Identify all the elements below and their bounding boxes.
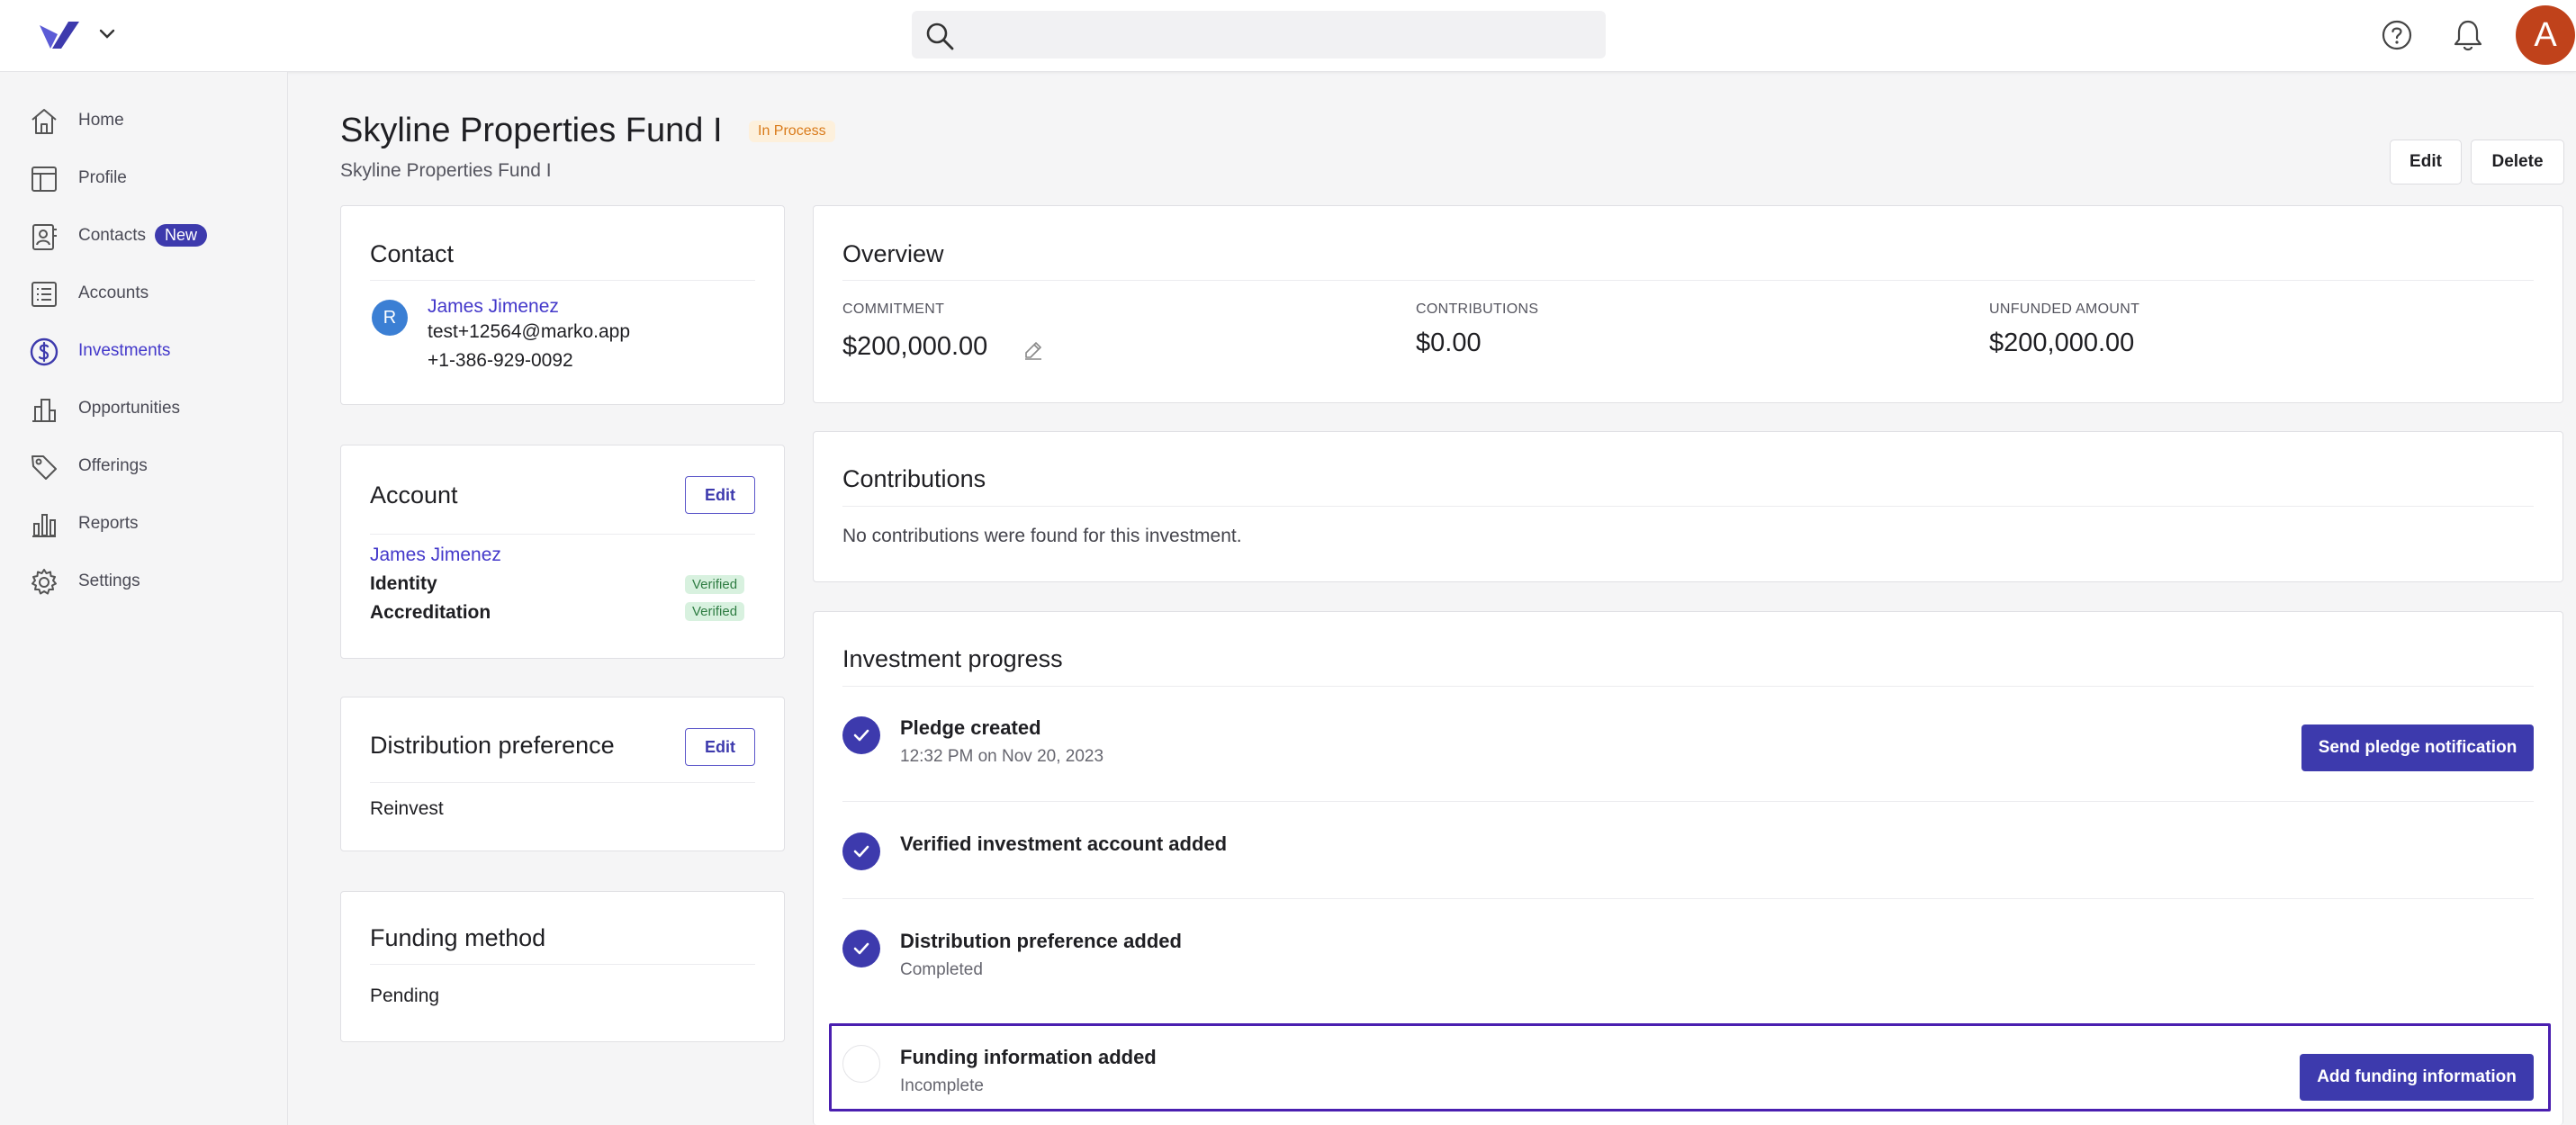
overview-card: Overview COMMITMENT $200,000.00 CONTRIBU… (813, 205, 2563, 403)
help-icon[interactable] (2381, 19, 2413, 51)
account-card: Account Edit James Jimenez Identity Veri… (340, 445, 785, 659)
contributions-title: Contributions (842, 465, 986, 492)
divider (842, 898, 2534, 899)
divider (370, 782, 755, 783)
sidebar-item-label: Opportunities (78, 399, 181, 418)
accounts-icon (32, 282, 57, 307)
step-pledge-created-time: 12:32 PM on Nov 20, 2023 (900, 747, 1104, 766)
divider (370, 964, 755, 965)
sidebar-item-contacts[interactable]: Contacts New (0, 212, 288, 259)
top-bar: A (0, 0, 2576, 72)
status-badge: In Process (749, 121, 835, 142)
edit-account-button[interactable]: Edit (685, 476, 755, 514)
sidebar-item-label: Reports (78, 514, 139, 533)
offerings-icon (32, 455, 57, 480)
overview-title: Overview (842, 240, 944, 267)
sidebar-item-settings[interactable]: Settings (0, 558, 288, 605)
divider (842, 506, 2534, 507)
contact-card-title: Contact (370, 240, 455, 267)
page-title: Skyline Properties Fund I (340, 112, 723, 149)
step-pledge-created-title: Pledge created (900, 716, 1041, 739)
sidebar-item-label: Accounts (78, 284, 149, 302)
distribution-preference-card: Distribution preference Edit Reinvest (340, 697, 785, 851)
bell-icon[interactable] (2453, 18, 2483, 52)
step-distribution-added-status: Completed (900, 960, 983, 979)
sidebar-item-label: Home (78, 111, 124, 130)
divider (370, 534, 755, 535)
profile-icon (32, 166, 57, 192)
contributions-card: Contributions No contributions were foun… (813, 431, 2563, 582)
accreditation-verified-badge: Verified (685, 602, 745, 621)
send-pledge-notification-button[interactable]: Send pledge notification (2301, 724, 2534, 771)
commitment-label: COMMITMENT (842, 302, 945, 317)
step-complete-icon (842, 716, 880, 754)
page-subtitle: Skyline Properties Fund I (340, 160, 552, 181)
investments-icon (30, 338, 59, 366)
divider (842, 280, 2534, 281)
distribution-card-title: Distribution preference (370, 732, 615, 759)
sidebar-item-label: Offerings (78, 456, 148, 475)
contact-email: test+12564@marko.app (428, 321, 631, 342)
sidebar-item-accounts[interactable]: Accounts (0, 270, 288, 317)
account-name-link[interactable]: James Jimenez (370, 544, 501, 566)
sidebar-item-reports[interactable]: Reports (0, 500, 288, 547)
funding-card-title: Funding method (370, 924, 546, 951)
search-input[interactable] (969, 18, 1590, 51)
divider (842, 686, 2534, 687)
step-complete-icon (842, 930, 880, 968)
divider (370, 280, 755, 281)
edit-investment-button[interactable]: Edit (2390, 140, 2462, 184)
new-badge: New (155, 224, 208, 247)
sidebar-item-investments[interactable]: Investments (0, 328, 288, 374)
edit-pencil-icon[interactable] (1022, 339, 1044, 361)
search-icon (926, 22, 954, 50)
divider (842, 801, 2534, 802)
sidebar-item-offerings[interactable]: Offerings (0, 443, 288, 490)
unfunded-amount-value: $200,000.00 (1989, 328, 2135, 357)
delete-investment-button[interactable]: Delete (2471, 140, 2564, 184)
sidebar-item-label: Profile (78, 168, 127, 187)
app-logo-icon[interactable] (38, 18, 83, 54)
contacts-icon (32, 224, 57, 250)
account-card-title: Account (370, 482, 458, 508)
focus-highlight (829, 1023, 2551, 1112)
funding-method-value: Pending (370, 986, 440, 1006)
step-account-added-title: Verified investment account added (900, 832, 1228, 855)
home-icon (32, 109, 57, 134)
settings-icon (32, 569, 57, 595)
sidebar-item-opportunities[interactable]: Opportunities (0, 385, 288, 432)
funding-method-card: Funding method Pending (340, 891, 785, 1042)
identity-verified-badge: Verified (685, 575, 745, 594)
investment-progress-title: Investment progress (842, 645, 1063, 672)
unfunded-amount-label: UNFUNDED AMOUNT (1989, 302, 2140, 317)
identity-label: Identity (370, 573, 437, 594)
sidebar-item-profile[interactable]: Profile (0, 155, 288, 202)
contact-phone: +1-386-929-0092 (428, 350, 573, 371)
distribution-value: Reinvest (370, 798, 444, 819)
sidebar-item-label: Settings (78, 572, 140, 590)
contact-name-link[interactable]: James Jimenez (428, 296, 559, 318)
sidebar-item-label: Contacts (78, 226, 146, 245)
contributions-label: CONTRIBUTIONS (1416, 302, 1539, 317)
contributions-empty-text: No contributions were found for this inv… (842, 526, 1242, 546)
contact-card: Contact R James Jimenez test+12564@marko… (340, 205, 785, 405)
sidebar-item-label: Investments (78, 341, 171, 360)
user-avatar[interactable]: A (2516, 5, 2575, 65)
search-bar[interactable] (912, 11, 1606, 58)
contributions-value: $0.00 (1416, 328, 1482, 357)
reports-icon (32, 514, 56, 537)
accreditation-label: Accreditation (370, 602, 491, 623)
sidebar-item-home[interactable]: Home (0, 97, 288, 144)
commitment-value: $200,000.00 (842, 332, 988, 361)
chevron-down-icon[interactable] (97, 23, 117, 43)
step-distribution-added-title: Distribution preference added (900, 930, 1182, 952)
contact-avatar: R (372, 300, 408, 336)
opportunities-icon (32, 399, 56, 422)
edit-distribution-button[interactable]: Edit (685, 728, 755, 766)
step-complete-icon (842, 832, 880, 870)
